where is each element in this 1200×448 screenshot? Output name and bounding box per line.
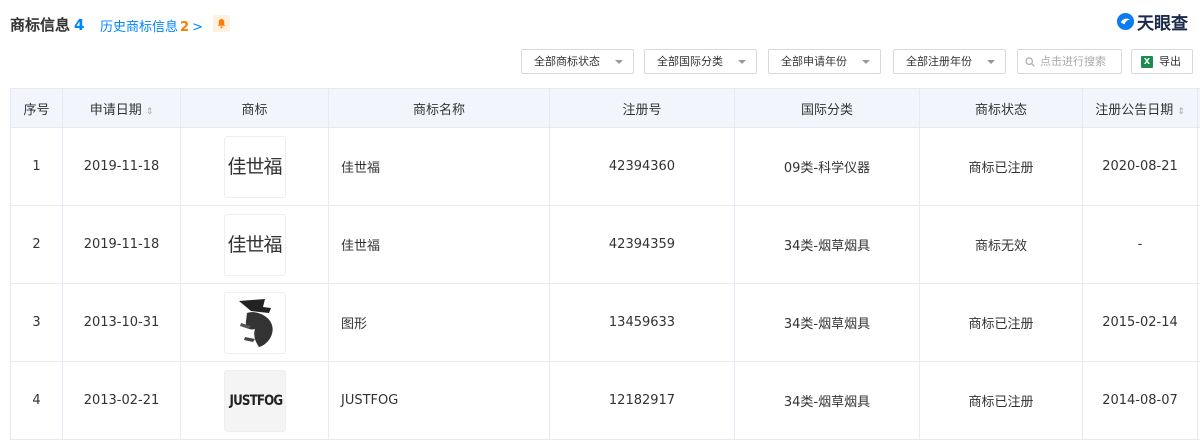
section-header: 商标信息 4 历史商标信息 2 > 天眼查 — [0, 0, 1200, 44]
row-reg-no: 12182917 — [549, 361, 735, 440]
row-class: 34类-烟草烟具 — [734, 361, 920, 440]
trademark-table: 序号 申请日期⇕ 商标 商标名称 注册号 国际分类 商标状态 注册公告日期⇕ 操… — [10, 88, 1200, 440]
search-input[interactable]: 点击进行搜索 — [1017, 49, 1122, 74]
sort-icon[interactable]: ⇕ — [146, 107, 154, 117]
col-header-class: 国际分类 — [734, 88, 920, 128]
row-logo-cell — [180, 283, 329, 362]
intl-class-filter-dropdown[interactable]: 全部国际分类 — [644, 49, 757, 74]
caret-down-icon — [738, 60, 746, 64]
table-row: 2 2019-11-18 佳世福 佳世福 42394359 34类-烟草烟具 商… — [10, 205, 1200, 284]
trademark-image-text: 佳世福 — [227, 233, 282, 256]
trademark-image[interactable] — [223, 291, 286, 354]
col-header-name: 商标名称 — [328, 88, 550, 128]
col-header-apply-date[interactable]: 申请日期 ⇕ — [62, 88, 181, 128]
reg-year-filter-label: 全部注册年份 — [906, 55, 972, 68]
table-row: 4 2013-02-21 JUSTFOG JUSTFOG 12182917 34… — [10, 361, 1200, 440]
search-icon — [1025, 57, 1035, 67]
row-reg-no: 42394360 — [549, 127, 735, 206]
caret-down-icon — [615, 60, 623, 64]
brand-name: 天眼查 — [1137, 13, 1188, 34]
row-index: 3 — [10, 283, 63, 362]
search-placeholder: 点击进行搜索 — [1040, 55, 1106, 68]
excel-icon: X — [1141, 56, 1153, 68]
brand-logo: 天眼查 — [1116, 10, 1188, 34]
row-status: 商标已注册 — [919, 283, 1083, 362]
row-apply-date: 2013-10-31 — [62, 283, 181, 362]
row-apply-date: 2019-11-18 — [62, 127, 181, 206]
col-header-logo: 商标 — [180, 88, 329, 128]
reg-year-filter-dropdown[interactable]: 全部注册年份 — [893, 49, 1006, 74]
section-title-label: 商标信息 — [10, 16, 71, 34]
trademark-count: 4 — [74, 16, 85, 34]
brand-mark-icon — [1116, 12, 1135, 30]
caret-down-icon — [987, 60, 995, 64]
row-name: JUSTFOG — [328, 361, 550, 440]
row-index: 4 — [10, 361, 63, 440]
filter-bar: 全部商标状态 全部国际分类 全部申请年份 全部注册年份 点击进行搜索 X 导出 — [0, 49, 1200, 74]
caret-down-icon — [862, 60, 870, 64]
history-label: 历史商标信息 — [100, 20, 179, 35]
row-class: 34类-烟草烟具 — [734, 205, 920, 284]
row-class: 34类-烟草烟具 — [734, 283, 920, 362]
row-logo-cell: JUSTFOG — [180, 361, 329, 440]
row-status: 商标已注册 — [919, 127, 1083, 206]
row-index: 2 — [10, 205, 63, 284]
row-reg-no: 13459633 — [549, 283, 735, 362]
trademark-image[interactable]: 佳世福 — [223, 213, 286, 276]
row-name: 佳世福 — [328, 205, 550, 284]
row-index: 1 — [10, 127, 63, 206]
intl-class-filter-label: 全部国际分类 — [657, 55, 723, 68]
trademark-image[interactable]: 佳世福 — [223, 135, 286, 198]
row-logo-cell: 佳世福 — [180, 205, 329, 284]
row-reg-no: 42394359 — [549, 205, 735, 284]
bell-icon[interactable] — [213, 15, 230, 32]
export-button[interactable]: X 导出 — [1131, 49, 1193, 74]
col-header-reg-no: 注册号 — [549, 88, 735, 128]
history-trademark-link[interactable]: 历史商标信息 2 > — [100, 16, 203, 35]
chevron-right-icon: > — [192, 20, 203, 35]
row-class: 09类-科学仪器 — [734, 127, 920, 206]
row-notice-date: 2020-08-21 — [1082, 127, 1198, 206]
trademark-image[interactable]: JUSTFOG — [223, 369, 286, 432]
col-header-index: 序号 — [10, 88, 63, 128]
row-name: 佳世福 — [328, 127, 550, 206]
row-notice-date: - — [1082, 205, 1198, 284]
row-notice-date: 2014-08-07 — [1082, 361, 1198, 440]
table-row: 1 2019-11-18 佳世福 佳世福 42394360 09类-科学仪器 商… — [10, 127, 1200, 206]
col-header-status: 商标状态 — [919, 88, 1083, 128]
row-notice-date: 2015-02-14 — [1082, 283, 1198, 362]
row-name: 图形 — [328, 283, 550, 362]
apply-year-filter-label: 全部申请年份 — [781, 55, 847, 68]
trademark-image-text: 佳世福 — [227, 155, 282, 178]
export-label: 导出 — [1159, 55, 1181, 68]
status-filter-label: 全部商标状态 — [534, 55, 600, 68]
row-logo-cell: 佳世福 — [180, 127, 329, 206]
sort-icon[interactable]: ⇕ — [1177, 107, 1185, 117]
section-title: 商标信息 4 — [10, 14, 84, 35]
silhouette-figure-icon — [238, 298, 273, 347]
row-apply-date: 2019-11-18 — [62, 205, 181, 284]
row-apply-date: 2013-02-21 — [62, 361, 181, 440]
row-status: 商标无效 — [919, 205, 1083, 284]
history-count: 2 — [180, 20, 190, 35]
status-filter-dropdown[interactable]: 全部商标状态 — [521, 49, 634, 74]
col-header-notice-date[interactable]: 注册公告日期 ⇕ — [1082, 88, 1198, 128]
row-status: 商标已注册 — [919, 361, 1083, 440]
table-row: 3 2013-10-31 图形 13459633 34类-烟草烟具 商标已注册 … — [10, 283, 1200, 362]
apply-year-filter-dropdown[interactable]: 全部申请年份 — [768, 49, 881, 74]
trademark-image-text: JUSTFOG — [229, 392, 283, 409]
table-header-row: 序号 申请日期⇕ 商标 商标名称 注册号 国际分类 商标状态 注册公告日期⇕ 操… — [10, 88, 1200, 128]
